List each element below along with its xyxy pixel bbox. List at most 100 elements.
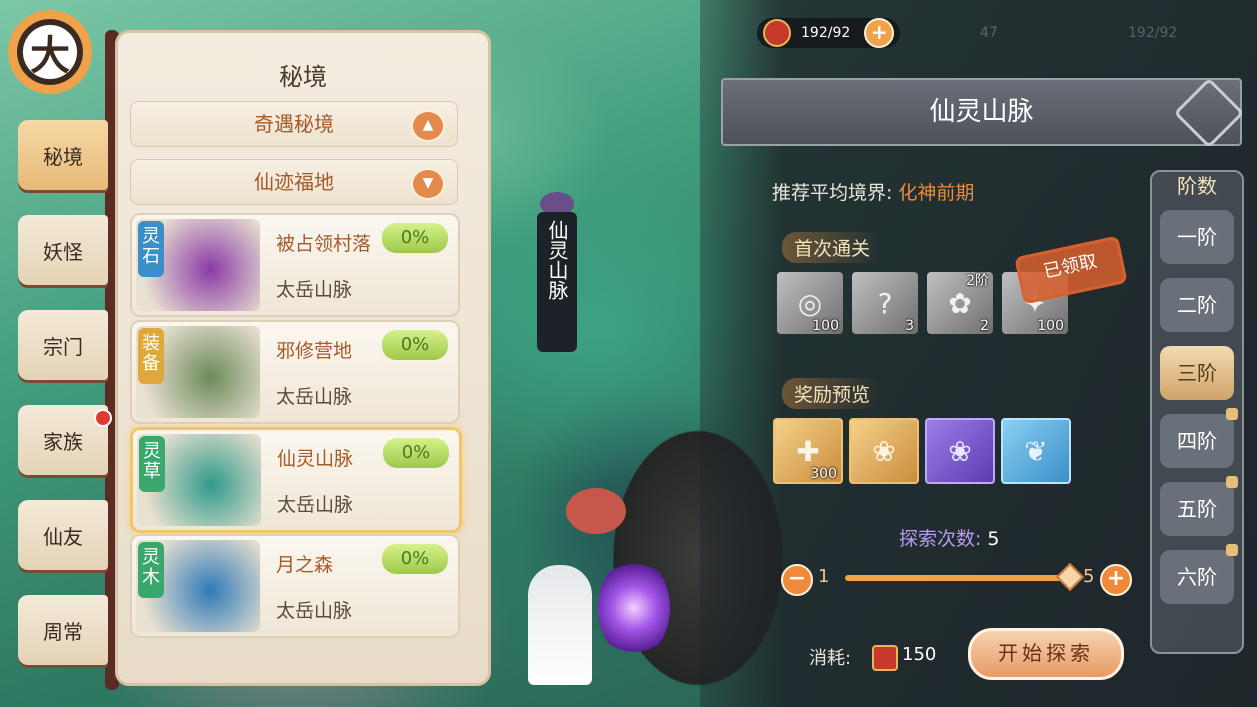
- notification-dot: [94, 409, 112, 427]
- detail-title: 仙灵山脉: [929, 97, 1034, 127]
- category-row[interactable]: 仙迹福地 ▼: [130, 159, 458, 205]
- realm-name: 月之森: [276, 554, 334, 576]
- tab-label: 秘境: [43, 144, 83, 169]
- realm-card[interactable]: 灵草 仙灵山脉 太岳山脉 0%: [130, 427, 462, 533]
- item-count: 2: [980, 318, 989, 334]
- tab-label: 仙友: [43, 524, 83, 549]
- add-stamina-button[interactable]: +: [864, 18, 895, 48]
- tab-label: 家族: [43, 429, 83, 454]
- lock-icon: [1226, 476, 1238, 488]
- tier-label: 六阶: [1177, 565, 1217, 589]
- lily-icon: ❦: [1024, 434, 1048, 468]
- reward-item[interactable]: ❦: [1001, 418, 1071, 484]
- slider-max: 5: [1083, 566, 1095, 587]
- realm-type-label: 灵草: [143, 441, 161, 482]
- stamina-icon: [763, 19, 791, 47]
- realm-card[interactable]: 灵木 月之森 太岳山脉 0%: [130, 534, 460, 638]
- faded-resource-2: 192/92: [1128, 25, 1178, 41]
- category-row[interactable]: 奇遇秘境 ▲: [130, 101, 458, 147]
- tab-item[interactable]: 宗门: [18, 310, 108, 380]
- tier-button[interactable]: 五阶: [1160, 476, 1238, 536]
- realm-card[interactable]: 灵石 被占领村落太岳山脉 0%: [130, 213, 460, 317]
- lock-icon: [1226, 544, 1238, 556]
- first-clear-item[interactable]: ◎ 100: [777, 272, 843, 334]
- tab-label: 周常: [43, 619, 83, 644]
- cost-value: 150: [902, 644, 937, 665]
- tier-button[interactable]: 二阶: [1160, 278, 1234, 332]
- realm-type-badge: 装备: [138, 328, 164, 384]
- category-label: 仙迹福地: [254, 170, 334, 194]
- tier-label: 二阶: [1177, 293, 1217, 317]
- realm-progress: 0%: [383, 438, 449, 468]
- secret-realm-panel: 秘境 奇遇秘境 ▲ 仙迹福地 ▼ 灵石 被占领村落 太岳山脉 0% 装备 邪修营地 太岳山脉 0% 灵…: [115, 30, 491, 686]
- stamina-bar: 192/92 +: [757, 18, 901, 48]
- category-toggle-icon[interactable]: ▼: [411, 168, 445, 200]
- first-clear-item[interactable]: ✿ 2阶 2: [927, 272, 993, 334]
- tab-item[interactable]: 周常: [18, 595, 108, 665]
- tier-header: 阶数: [1177, 174, 1217, 198]
- decrease-button[interactable]: −: [781, 564, 813, 596]
- tier-button[interactable]: 六阶: [1160, 544, 1238, 604]
- herb-bundle-icon: ❀: [872, 434, 896, 468]
- tier-button[interactable]: 三阶: [1160, 346, 1234, 400]
- recommended-realm: 推荐平均境界: 化神前期: [772, 178, 974, 205]
- lock-icon: [1226, 408, 1238, 420]
- realm-type-badge: 灵木: [138, 542, 164, 598]
- reward-item[interactable]: ❀: [925, 418, 995, 484]
- slider-min: 1: [818, 566, 830, 587]
- player-character: [528, 565, 592, 685]
- realm-type-badge: 灵草: [139, 436, 165, 492]
- tab-label: 妖怪: [43, 239, 83, 264]
- explore-slider-track[interactable]: [845, 575, 1067, 581]
- detail-header: 仙灵山脉: [721, 77, 1245, 149]
- recommended-value: 化神前期: [898, 182, 975, 204]
- item-count: 300: [810, 466, 837, 482]
- recommended-label: 推荐平均境界:: [772, 182, 893, 204]
- reward-item[interactable]: ❀: [849, 418, 919, 484]
- realm-progress: 0%: [382, 330, 448, 360]
- faded-resource-1: 47: [980, 25, 998, 41]
- reward-item[interactable]: ✚ 300: [773, 418, 843, 484]
- explore-count-label: 探索次数:: [899, 528, 982, 550]
- player-avatar[interactable]: 大: [8, 10, 92, 94]
- reward-preview-label: 奖励预览: [782, 378, 883, 409]
- realm-location: 太岳山脉: [276, 600, 353, 622]
- first-clear-item[interactable]: ? 3: [852, 272, 918, 334]
- tab-label: 宗门: [43, 334, 83, 359]
- realm-location: 太岳山脉: [276, 279, 353, 301]
- purple-portal-icon[interactable]: [598, 558, 670, 658]
- explore-count-value: 5: [987, 528, 1000, 550]
- item-tier-label: 2阶: [966, 273, 989, 289]
- stamina-value: 192/92: [801, 25, 851, 41]
- map-location-pillar[interactable]: 仙灵山脉: [537, 212, 577, 352]
- tab-item[interactable]: 仙友: [18, 500, 108, 570]
- category-toggle-icon[interactable]: ▲: [411, 110, 445, 142]
- first-clear-label: 首次通关: [782, 232, 883, 263]
- tier-button[interactable]: 四阶: [1160, 408, 1238, 468]
- purple-herb-icon: ❀: [948, 434, 972, 468]
- tab-item[interactable]: 秘境: [18, 120, 108, 190]
- start-explore-button[interactable]: 开始探索: [968, 628, 1124, 680]
- panel-title: 秘境: [279, 63, 327, 91]
- avatar-glyph: 大: [30, 33, 70, 79]
- stamina-cost-icon: [872, 645, 898, 671]
- realm-card[interactable]: 装备 邪修营地 太岳山脉 0%: [130, 320, 460, 424]
- tier-column: 阶数 一阶二阶三阶四阶五阶六阶: [1150, 170, 1244, 654]
- realm-type-label: 灵木: [142, 547, 160, 588]
- realm-type-badge: 灵石: [138, 221, 164, 277]
- realm-name: 邪修营地: [276, 340, 353, 362]
- tab-item[interactable]: 家族: [18, 405, 112, 475]
- game-scene: 仙灵山脉 192/92 + 47 192/92 大 秘境妖怪宗门家族仙友周常 秘…: [0, 0, 1257, 707]
- map-location-label: 仙灵山脉: [545, 220, 569, 300]
- tab-item[interactable]: 妖怪: [18, 215, 108, 285]
- realm-name: 被占领村落: [276, 233, 372, 255]
- tier-button[interactable]: 一阶: [1160, 210, 1234, 264]
- tier-label: 三阶: [1177, 361, 1217, 385]
- increase-button[interactable]: +: [1100, 564, 1132, 596]
- tier-label: 四阶: [1177, 429, 1217, 453]
- realm-type-label: 装备: [142, 333, 160, 374]
- item-count: 100: [812, 318, 839, 334]
- cost-label: 消耗:: [809, 648, 852, 669]
- explore-count: 探索次数: 5: [899, 524, 1000, 551]
- realm-progress: 0%: [382, 223, 448, 253]
